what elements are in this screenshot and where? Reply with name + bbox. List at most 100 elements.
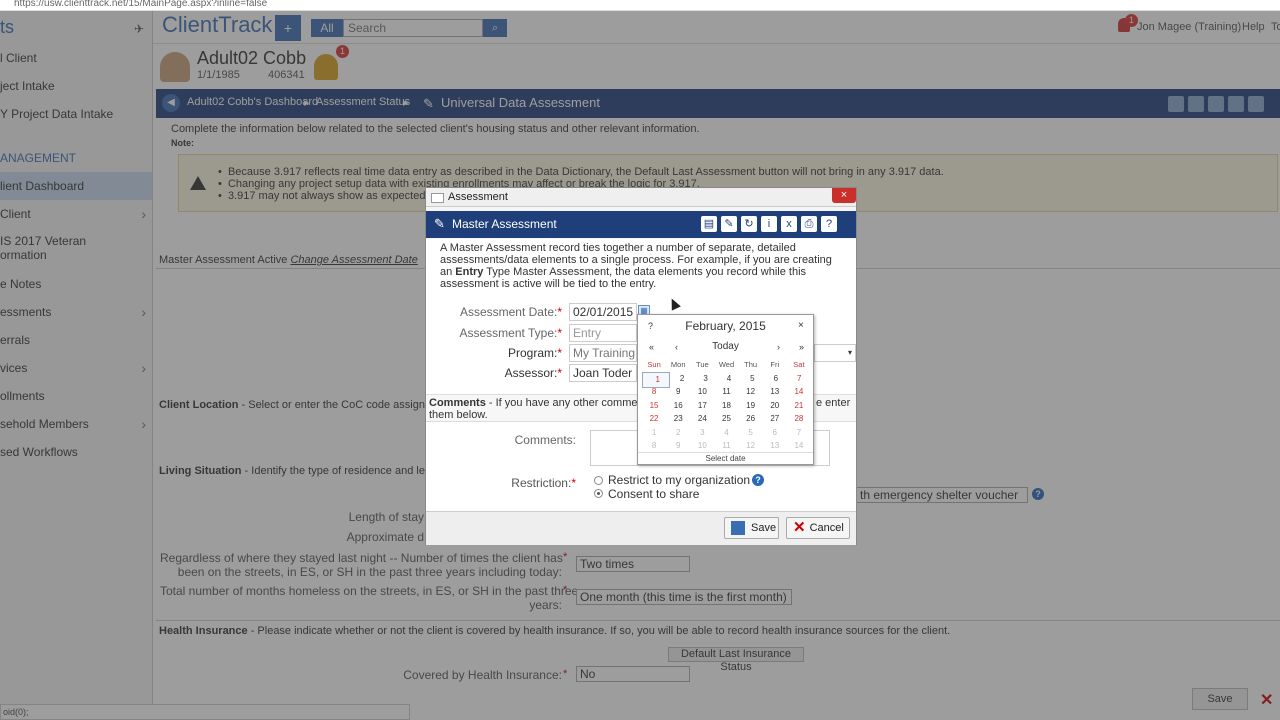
consent-option-label[interactable]: Consent to share xyxy=(608,487,699,501)
cancel-icon: ✕ xyxy=(793,519,806,537)
consent-radio[interactable] xyxy=(594,489,603,498)
info-icon[interactable]: i xyxy=(761,216,777,232)
calendar-day[interactable]: 13 xyxy=(763,439,787,453)
restrict-radio[interactable] xyxy=(594,476,603,485)
calendar-day[interactable]: 7 xyxy=(788,372,811,386)
program-label: Program:* xyxy=(507,346,562,360)
chevron-down-icon[interactable]: ▾ xyxy=(814,344,856,362)
calendar-day[interactable]: 13 xyxy=(763,385,787,399)
calendar-close-button[interactable]: × xyxy=(798,320,804,331)
section-title: Comments xyxy=(429,397,486,409)
calendar-day[interactable]: 20 xyxy=(763,399,787,413)
calendar-day[interactable]: 21 xyxy=(787,399,811,413)
calendar-day[interactable]: 3 xyxy=(694,372,717,386)
help-icon[interactable]: ? xyxy=(821,216,837,232)
browser-url[interactable]: https://usw.clienttrack.net/15/MainPage.… xyxy=(0,0,1280,11)
calendar-day[interactable]: 27 xyxy=(763,412,787,426)
comments-label: Comments: xyxy=(514,433,576,447)
assessor-input[interactable]: Joan Toder xyxy=(569,364,637,382)
calendar-day[interactable]: 7 xyxy=(787,426,811,440)
calendar-week: 8 9 10 11 12 13 14 xyxy=(642,385,811,399)
calendar-day[interactable]: 28 xyxy=(787,412,811,426)
assessment-date-label: Assessment Date:* xyxy=(459,305,562,319)
calendar-footer: Select date xyxy=(638,452,813,465)
field-label: Assessment Date: xyxy=(459,305,558,319)
next-month-button[interactable]: › xyxy=(777,342,780,352)
calendar-day[interactable]: 18 xyxy=(714,399,738,413)
section-text: - If you have any other comments o xyxy=(485,397,662,409)
calendar-day[interactable]: 8 xyxy=(642,385,666,399)
restrict-option-label[interactable]: Restrict to my organization xyxy=(608,473,750,487)
weekday-label: Sat xyxy=(793,360,805,369)
help-icon[interactable]: ? xyxy=(752,474,764,486)
cancel-label: Cancel xyxy=(809,522,844,534)
calendar-day[interactable]: 3 xyxy=(690,426,714,440)
refresh-icon[interactable]: ↻ xyxy=(741,216,757,232)
calendar-day[interactable]: 11 xyxy=(714,385,738,399)
calendar-day[interactable]: 10 xyxy=(690,385,714,399)
calendar-day[interactable]: 10 xyxy=(690,439,714,453)
calendar-day[interactable]: 16 xyxy=(666,399,690,413)
calendar-day[interactable]: 12 xyxy=(739,439,763,453)
program-select[interactable]: My Training P xyxy=(569,344,637,362)
dialog-titlebar[interactable]: Assessment xyxy=(426,188,856,207)
save-button[interactable]: Save xyxy=(724,517,779,539)
calendar-day[interactable]: 2 xyxy=(666,426,690,440)
calendar-day[interactable]: 12 xyxy=(739,385,763,399)
calendar-day[interactable]: 14 xyxy=(787,385,811,399)
calendar-day[interactable]: 14 xyxy=(787,439,811,453)
calendar-day[interactable]: 15 xyxy=(642,399,666,413)
next-year-button[interactable]: » xyxy=(799,342,804,352)
calendar-day[interactable]: 8 xyxy=(642,439,666,453)
assessment-date-input[interactable]: 02/01/2015 xyxy=(569,303,637,321)
assessor-label: Assessor:* xyxy=(504,366,562,380)
calendar-day[interactable]: 2 xyxy=(670,372,693,386)
calendar-day[interactable]: 23 xyxy=(666,412,690,426)
weekday-label: Fri xyxy=(770,360,780,369)
restriction-label: Restriction:* xyxy=(511,476,576,490)
cancel-button[interactable]: ✕ Cancel xyxy=(786,517,850,539)
calendar-day[interactable]: 11 xyxy=(714,439,738,453)
calendar-day[interactable]: 26 xyxy=(739,412,763,426)
calendar-grid: Sun Mon Tue Wed Thu Fri Sat 1 2 3 4 5 6 7 8 9 10 11 12 13 14… xyxy=(642,358,811,453)
form-icon[interactable]: ▤ xyxy=(701,216,717,232)
field-label: Restriction: xyxy=(511,476,572,490)
dialog-close-button[interactable]: × xyxy=(832,188,856,203)
calendar-day[interactable]: 17 xyxy=(690,399,714,413)
pencil-icon: ✎ xyxy=(434,216,445,231)
calendar-day[interactable]: 4 xyxy=(717,372,740,386)
weekday-label: Thu xyxy=(744,360,758,369)
weekday-label: Sun xyxy=(647,360,661,369)
assessment-type-select[interactable]: Entry xyxy=(569,324,637,342)
calendar-day[interactable]: 9 xyxy=(666,385,690,399)
section-text: them below. xyxy=(429,409,488,421)
calendar-day[interactable]: 25 xyxy=(714,412,738,426)
section-text: e enter xyxy=(816,397,851,409)
calendar-day[interactable]: 5 xyxy=(741,372,764,386)
print-icon[interactable]: ⎙ xyxy=(801,216,817,232)
edit-icon[interactable]: ✎ xyxy=(721,216,737,232)
calendar-day[interactable]: 19 xyxy=(739,399,763,413)
field-label: Program: xyxy=(507,346,558,360)
weekday-header: Sun Mon Tue Wed Thu Fri Sat xyxy=(642,358,811,372)
today-button[interactable]: Today xyxy=(638,341,813,352)
calendar-day[interactable]: 24 xyxy=(690,412,714,426)
weekday-label: Mon xyxy=(670,360,686,369)
calendar-day[interactable]: 6 xyxy=(763,426,787,440)
field-label: Assessor: xyxy=(504,366,558,380)
calendar-day[interactable]: 5 xyxy=(739,426,763,440)
calendar-day[interactable]: 9 xyxy=(666,439,690,453)
calendar-month-title: February, 2015 xyxy=(685,319,766,333)
calendar-week: 1234567 xyxy=(642,371,811,388)
calendar-day[interactable]: 1 xyxy=(642,426,666,440)
calendar-week: 22 23 24 25 26 27 28 xyxy=(642,412,811,426)
description-bold: Entry xyxy=(455,266,484,278)
window-icon xyxy=(431,193,444,203)
date-picker: ? February, 2015 × « ‹ Today › » Sun Mon T… xyxy=(637,314,814,465)
calendar-day[interactable]: 22 xyxy=(642,412,666,426)
weekday-label: Tue xyxy=(696,360,709,369)
calendar-day[interactable]: 4 xyxy=(714,426,738,440)
weekday-label: Wed xyxy=(718,360,735,369)
calendar-day[interactable]: 6 xyxy=(764,372,787,386)
excel-icon[interactable]: x xyxy=(781,216,797,232)
